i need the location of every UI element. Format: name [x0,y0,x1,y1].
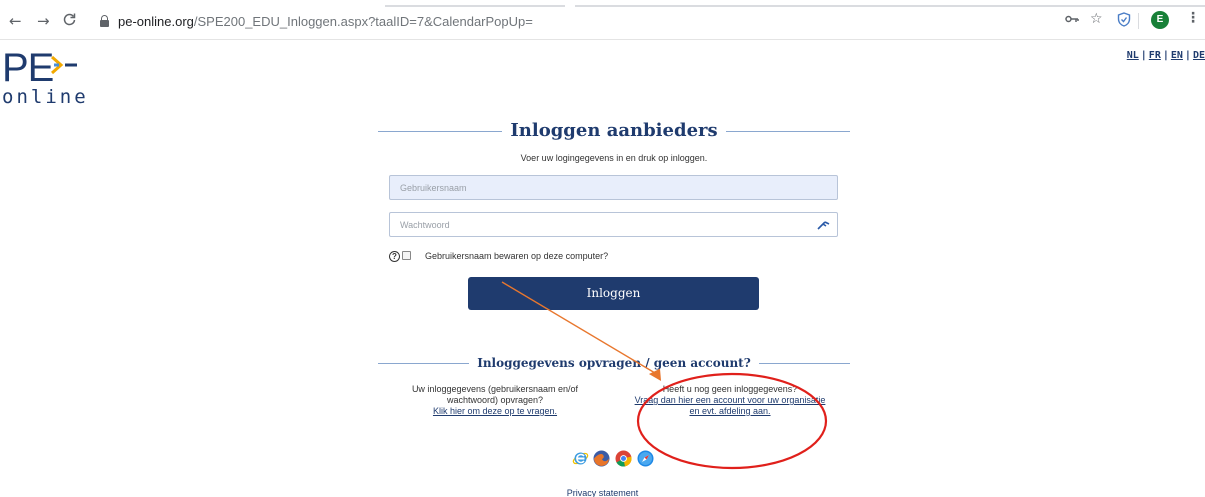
bookmark-star-icon[interactable]: ☆ [1090,11,1103,27]
help-icon[interactable]: ? [389,251,400,262]
back-icon[interactable]: ← [9,13,22,29]
remember-label[interactable]: Gebruikersnaam bewaren op deze computer? [425,251,608,261]
login-title: Inloggen aanbieders [502,120,726,141]
pe-online-logo[interactable]: PE online [0,46,90,110]
tab-edge [385,5,565,7]
lang-fr-link[interactable]: FR [1149,50,1161,61]
firefox-icon [593,450,610,467]
account-heading: Inloggegevens opvragen / geen account? [378,354,850,372]
key-icon[interactable] [1065,12,1079,28]
remember-checkbox[interactable] [402,251,411,260]
lock-icon [100,15,109,27]
privacy-block: Privacy statement [0,488,1205,497]
login-heading: Inloggen aanbieders [378,120,850,142]
chrome-icon [615,450,632,467]
internet-explorer-icon [572,452,589,465]
request-text-line2: wachtwoord) opvragen? [446,395,544,405]
request-account-link-line2[interactable]: en evt. afdeling aan. [689,406,770,416]
password-field[interactable] [389,212,838,237]
login-button[interactable]: Inloggen [468,277,759,310]
lang-nl-link[interactable]: NL [1127,50,1139,61]
request-account-link-line1[interactable]: Vraag dan hier een account voor uw organ… [635,395,826,405]
safari-icon [637,450,654,467]
annotation-overlay [501,281,828,470]
logo-pe-text: PE [2,46,54,90]
new-account-text: Heeft u nog geen inloggegevens? [662,384,798,394]
toolbar-separator [1138,13,1139,29]
more-menu-icon[interactable]: ⋮ [1186,10,1200,26]
language-switcher: NL | FR | EN | DE [1126,50,1205,61]
profile-avatar[interactable]: E [1151,11,1169,29]
url-text: pe-online.org/SPE200_EDU_Inloggen.aspx?t… [118,14,533,29]
address-bar[interactable]: pe-online.org/SPE200_EDU_Inloggen.aspx?t… [94,10,1084,34]
request-credentials-link[interactable]: Klik hier om deze op te vragen. [433,406,557,416]
tab-edge [575,5,1205,7]
request-credentials-block: Uw inloggegevens (gebruikersnaam en/of w… [395,384,595,417]
username-input[interactable] [390,176,837,199]
login-subtitle: Voer uw logingegevens in en druk op inlo… [520,153,708,163]
logo-online-text: online [2,86,89,108]
password-input[interactable] [390,213,837,236]
username-field[interactable] [389,175,838,200]
shield-extension-icon[interactable] [1117,12,1131,31]
browser-toolbar: ← → pe-online.org/SPE200_EDU_Inloggen.as… [0,0,1205,40]
lang-de-link[interactable]: DE [1193,50,1205,61]
reload-icon[interactable] [63,13,76,29]
password-key-icon[interactable] [817,219,831,231]
privacy-statement-link[interactable]: Privacy statement [567,488,639,497]
logo-arrow-icon [51,55,77,75]
forward-icon[interactable]: → [37,13,50,29]
tab-strip [0,0,1205,7]
request-text-line1: Uw inloggegevens (gebruikersnaam en/of [411,384,579,394]
account-title: Inloggegevens opvragen / geen account? [469,356,759,370]
request-account-block: Heeft u nog geen inloggegevens? Vraag da… [615,384,845,417]
supported-browsers [572,450,656,468]
lang-en-link[interactable]: EN [1171,50,1183,61]
